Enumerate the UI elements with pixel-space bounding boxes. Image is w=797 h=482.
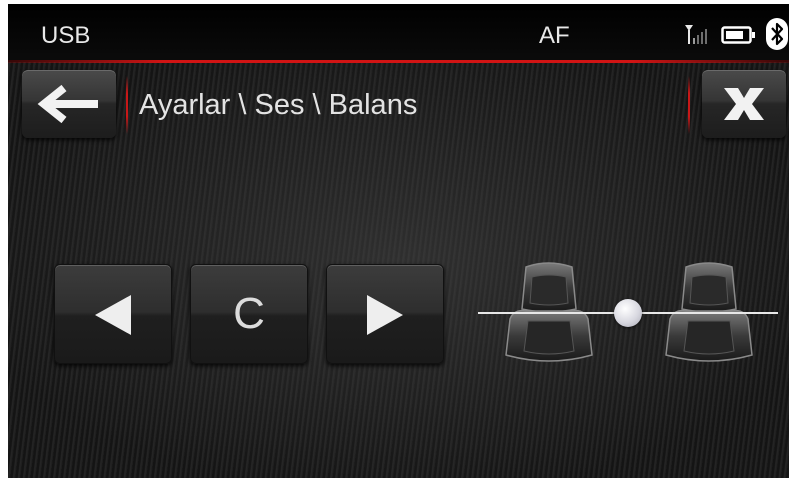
close-button[interactable] xyxy=(702,70,786,138)
balance-center-button[interactable]: C xyxy=(190,264,308,364)
breadcrumb: Ayarlar \ Ses \ Balans xyxy=(139,89,418,121)
left-seat-icon xyxy=(505,262,593,362)
balance-right-button[interactable] xyxy=(326,264,444,364)
battery-icon xyxy=(721,26,755,44)
status-bar: USB AF xyxy=(8,4,789,63)
header-bar: Ayarlar \ Ses \ Balans xyxy=(8,66,789,144)
balance-left-button[interactable] xyxy=(54,264,172,364)
af-indicator: AF xyxy=(539,22,570,49)
right-seat-icon xyxy=(665,262,753,362)
triangle-left-icon xyxy=(95,295,131,335)
header-divider-left xyxy=(126,76,128,134)
bluetooth-icon xyxy=(766,18,788,50)
source-label: USB xyxy=(41,22,91,49)
close-x-icon xyxy=(724,88,764,120)
arrow-left-icon xyxy=(37,84,98,124)
back-button[interactable] xyxy=(22,70,116,138)
center-button-label: C xyxy=(233,289,265,338)
balance-slider-knob[interactable] xyxy=(614,299,642,327)
header-divider-right xyxy=(688,76,690,134)
status-divider-line xyxy=(8,60,789,63)
signal-icon xyxy=(685,25,707,44)
head-unit-screen: USB AF Ayarlar \ Ses \ Balans C xyxy=(8,4,789,478)
triangle-right-icon xyxy=(367,295,403,335)
